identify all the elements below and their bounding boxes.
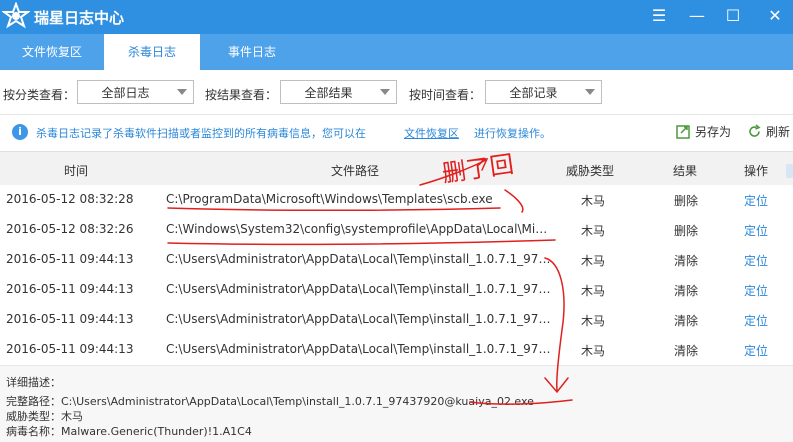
refresh-button[interactable]: 刷新	[747, 123, 790, 143]
scrollbar-thumb[interactable]	[786, 164, 793, 178]
close-button[interactable]: ✕	[762, 4, 788, 28]
tab-antivirus-log[interactable]: 杀毒日志	[104, 34, 200, 70]
save-as-button[interactable]: 另存为	[676, 123, 731, 143]
table-row[interactable]: 2016-05-11 09:44:13 C:\Users\Administrat…	[0, 275, 793, 306]
category-filter-value: 全部日志	[101, 86, 150, 100]
result-filter-label: 按结果查看：	[205, 88, 278, 102]
tab-event-log[interactable]: 事件日志	[200, 34, 304, 70]
row-time: 2016-05-11 09:44:13	[6, 282, 134, 296]
row-result: 删除	[673, 194, 698, 208]
locate-link[interactable]: 定位	[736, 312, 776, 329]
row-time: 2016-05-12 08:32:26	[6, 222, 134, 236]
row-time: 2016-05-11 09:44:13	[6, 312, 134, 326]
filter-bar: 按分类查看： 全部日志 按结果查看： 全部结果 按时间查看： 全部记录	[0, 70, 793, 115]
details-threat-type: 威胁类型：木马	[6, 410, 83, 423]
locate-link[interactable]: 定位	[736, 222, 776, 239]
row-time: 2016-05-12 08:32:28	[6, 192, 134, 206]
chevron-down-icon	[177, 89, 187, 95]
details-full-path: 完整路径：C:\Users\Administrator\AppData\Loca…	[6, 395, 534, 408]
notice-text: 杀毒日志记录了杀毒软件扫描或者监控到的所有病毒信息，您可以在	[36, 127, 366, 140]
menu-icon[interactable]: ☰	[646, 4, 672, 28]
details-panel: 详细描述： 完整路径：C:\Users\Administrator\AppDat…	[0, 366, 793, 442]
notice-bar: i 杀毒日志记录了杀毒软件扫描或者监控到的所有病毒信息，您可以在 文件恢复区 进…	[0, 115, 793, 151]
chevron-down-icon	[585, 89, 595, 95]
minimize-button[interactable]: —	[684, 4, 710, 28]
info-icon: i	[12, 124, 28, 140]
row-time: 2016-05-11 09:44:13	[6, 342, 134, 356]
row-path: C:\Windows\System32\config\systemprofile…	[166, 222, 552, 236]
category-filter-select[interactable]: 全部日志	[77, 80, 194, 104]
export-icon	[676, 125, 690, 139]
chevron-down-icon	[380, 89, 390, 95]
tab-file-recovery[interactable]: 文件恢复区	[0, 34, 104, 70]
header-action: 操作	[743, 164, 768, 178]
row-path: C:\Users\Administrator\AppData\Local\Tem…	[166, 252, 552, 266]
table-row[interactable]: 2016-05-12 08:32:26 C:\Windows\System32\…	[0, 215, 793, 246]
row-threat-type: 木马	[580, 254, 605, 268]
table-header: 时间 文件路径 威胁类型 结果 操作	[0, 151, 793, 187]
title-bar: 瑞星日志中心 ☰ — ☐ ✕	[0, 0, 793, 34]
locate-link[interactable]: 定位	[736, 192, 776, 209]
header-time: 时间	[63, 164, 88, 178]
row-result: 清除	[673, 284, 698, 298]
row-result: 删除	[673, 224, 698, 238]
row-threat-type: 木马	[580, 344, 605, 358]
save-as-label: 另存为	[695, 125, 732, 139]
row-threat-type: 木马	[580, 224, 605, 238]
row-path: C:\Users\Administrator\AppData\Local\Tem…	[166, 342, 552, 356]
row-threat-type: 木马	[580, 284, 605, 298]
row-path: C:\Users\Administrator\AppData\Local\Tem…	[166, 312, 552, 326]
row-result: 清除	[673, 254, 698, 268]
row-path: C:\Users\Administrator\AppData\Local\Tem…	[166, 282, 552, 296]
table-row[interactable]: 2016-05-11 09:44:13 C:\Users\Administrat…	[0, 245, 793, 276]
locate-link[interactable]: 定位	[736, 252, 776, 269]
result-filter-select[interactable]: 全部结果	[280, 80, 397, 104]
header-result: 结果	[672, 164, 697, 178]
row-result: 清除	[673, 344, 698, 358]
refresh-label: 刷新	[766, 125, 791, 139]
row-threat-type: 木马	[580, 314, 605, 328]
rising-logo-icon	[2, 2, 30, 29]
time-filter-label: 按时间查看：	[409, 88, 482, 102]
header-path: 文件路径	[330, 164, 379, 178]
time-filter-select[interactable]: 全部记录	[485, 80, 602, 104]
row-threat-type: 木马	[580, 194, 605, 208]
row-time: 2016-05-11 09:44:13	[6, 252, 134, 266]
maximize-button[interactable]: ☐	[720, 4, 746, 28]
table-row[interactable]: 2016-05-11 09:44:13 C:\Users\Administrat…	[0, 305, 793, 336]
header-type: 威胁类型	[565, 164, 614, 178]
table-row[interactable]: 2016-05-11 09:44:13 C:\Users\Administrat…	[0, 335, 793, 366]
row-path: C:\ProgramData\Microsoft\Windows\Templat…	[166, 192, 493, 206]
details-heading: 详细描述：	[6, 376, 61, 389]
locate-link[interactable]: 定位	[736, 342, 776, 359]
result-filter-value: 全部结果	[304, 86, 353, 100]
locate-link[interactable]: 定位	[736, 282, 776, 299]
time-filter-value: 全部记录	[509, 86, 558, 100]
row-result: 清除	[673, 314, 698, 328]
app-title: 瑞星日志中心	[34, 9, 125, 27]
notice-suffix: 进行恢复操作。	[474, 127, 551, 140]
file-recovery-link[interactable]: 文件恢复区	[404, 125, 459, 141]
table-row[interactable]: 2016-05-12 08:32:28 C:\ProgramData\Micro…	[0, 185, 793, 216]
tab-bar: 文件恢复区 杀毒日志 事件日志	[0, 34, 793, 70]
refresh-icon	[749, 124, 761, 137]
details-virus-name: 病毒名称：Malware.Generic(Thunder)!1.A1C4	[6, 425, 252, 438]
category-filter-label: 按分类查看：	[3, 88, 76, 102]
